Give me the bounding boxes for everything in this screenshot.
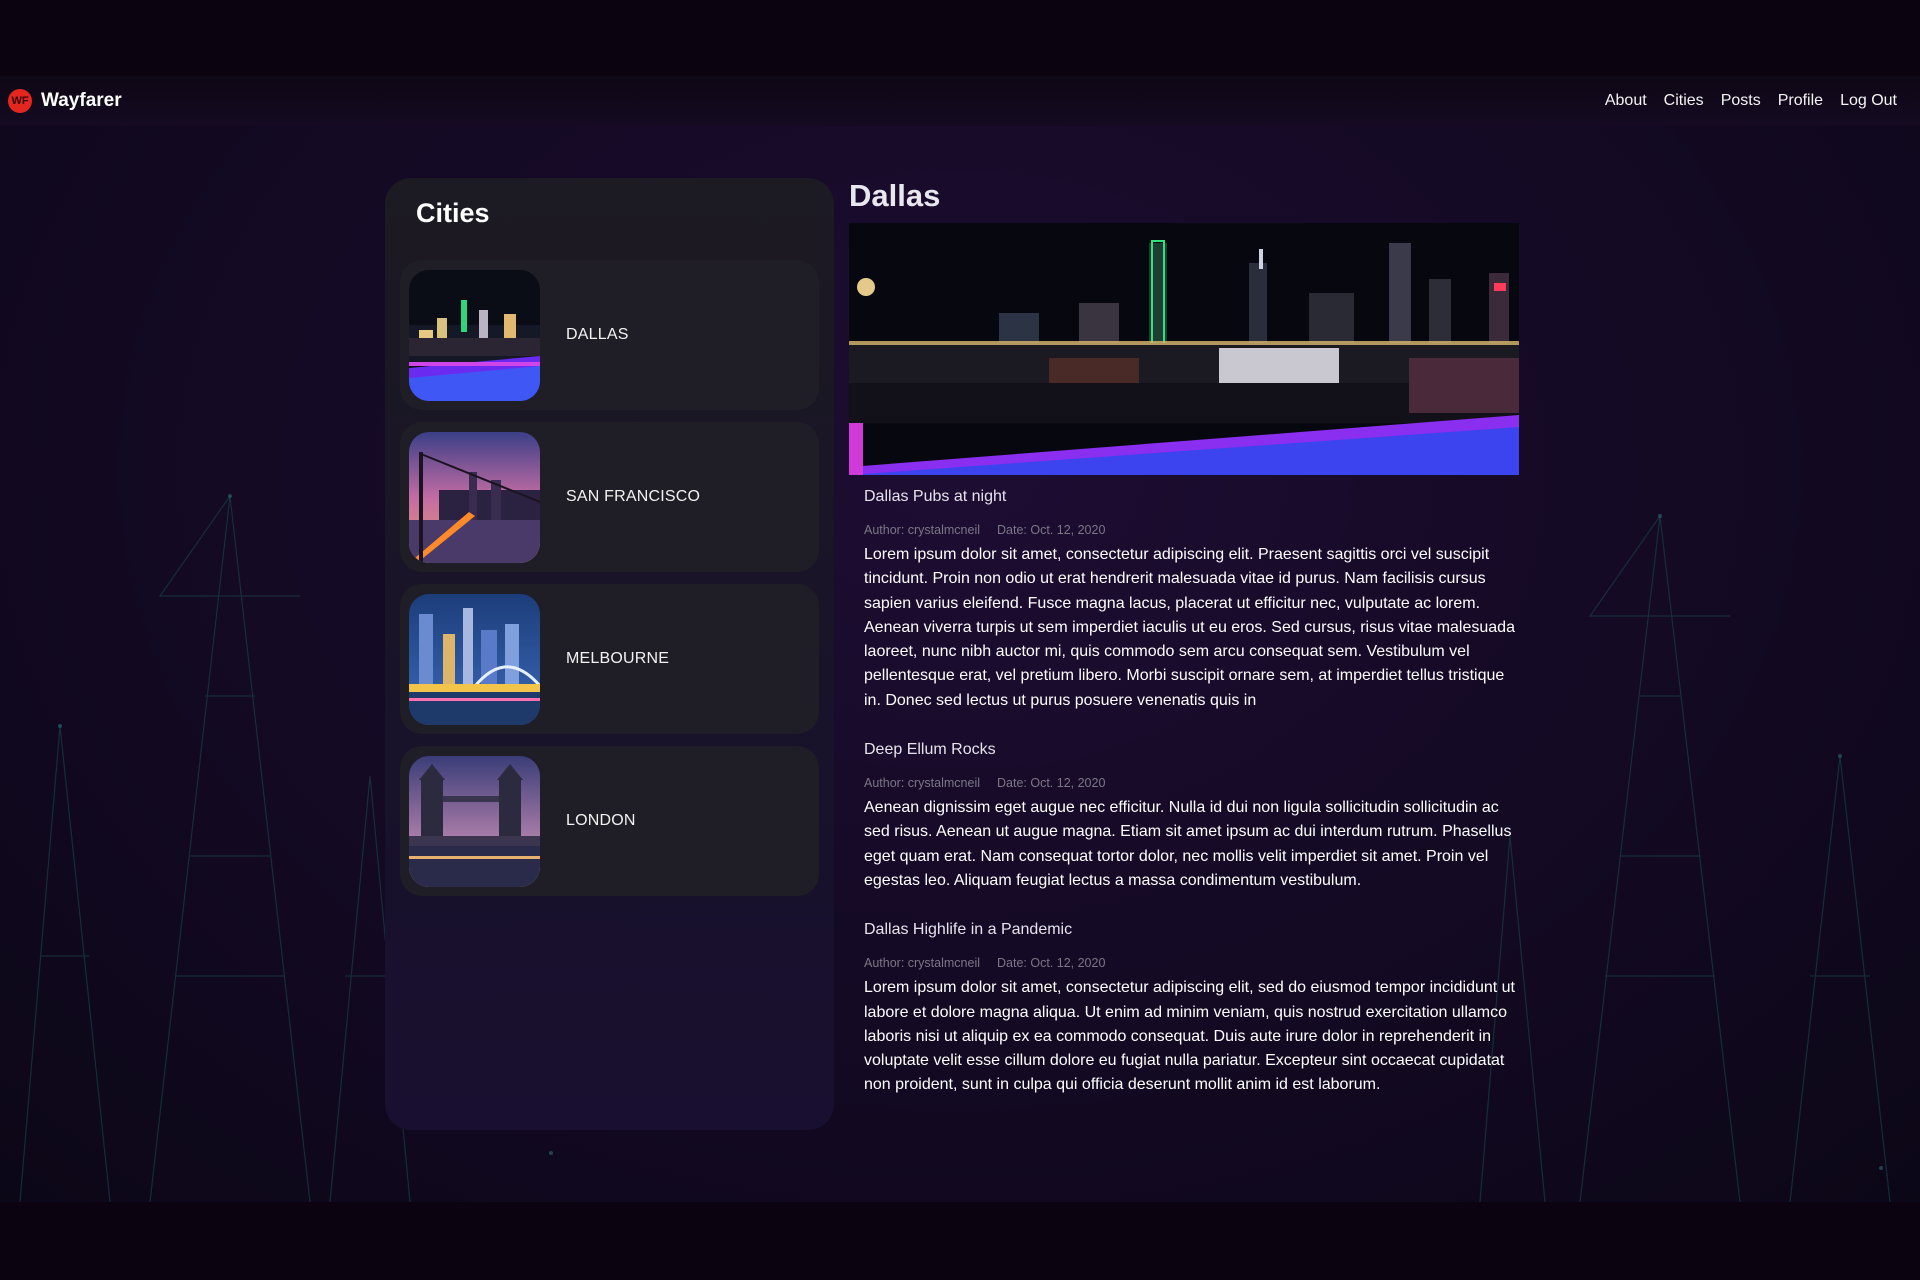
post-body: Aenean dignissim eget augue nec efficitu…	[864, 799, 1512, 889]
nav-cities-link[interactable]: Cities	[1664, 92, 1704, 110]
city-name: MELBOURNE	[566, 650, 670, 667]
nav-about-link[interactable]: About	[1605, 92, 1647, 110]
post-body: Lorem ipsum dolor sit amet, consectetur …	[864, 979, 1515, 1094]
san-francisco-thumbnail-image	[409, 431, 540, 563]
post-author: Author: crystalmcneil	[864, 776, 981, 791]
brand-name: Wayfarer	[41, 90, 122, 111]
nav-logout-link[interactable]: Log Out	[1840, 92, 1897, 110]
cities-panel-title: Cities	[416, 198, 490, 228]
melbourne-thumbnail-image	[409, 593, 540, 725]
post-title-link[interactable]: Deep Ellum Rocks	[864, 741, 1519, 759]
post-item: Deep Ellum Rocks Author: crystalmcneil Da…	[864, 741, 1519, 893]
post-item: Dallas Pubs at night Author: crystalmcne…	[864, 488, 1519, 713]
nav-links: About Cities Posts Profile Log Out	[1605, 92, 1897, 110]
navbar: WF Wayfarer About Cities Posts Profile L…	[0, 76, 1920, 126]
city-card-san-francisco[interactable]: SAN FRANCISCO	[400, 422, 819, 572]
city-title: Dallas	[849, 178, 941, 213]
post-date: Date: Oct. 12, 2020	[997, 956, 1106, 971]
dallas-banner-image	[849, 223, 1519, 475]
nav-posts-link[interactable]: Posts	[1721, 92, 1761, 110]
post-author: Author: crystalmcneil	[864, 523, 981, 537]
nav-profile-link[interactable]: Profile	[1778, 92, 1823, 110]
dallas-thumbnail-image	[409, 269, 540, 401]
london-thumbnail-image	[409, 755, 540, 887]
post-date: Date: Oct. 12, 2020	[997, 776, 1106, 791]
city-list: DALLAS SAN FRANCISCO MELBOURNE LONDON	[400, 260, 819, 908]
post-author: Author: crystalmcneil	[864, 956, 981, 971]
post-meta: Author: crystalmcneil Date: Oct. 12, 2020	[864, 776, 1519, 790]
city-card-london[interactable]: LONDON	[400, 746, 819, 896]
city-card-melbourne[interactable]: MELBOURNE	[400, 584, 819, 734]
city-name: LONDON	[566, 812, 636, 829]
cities-panel: Cities DALLAS SAN FRANCISCO MELBOURNE LO…	[385, 178, 834, 1130]
post-date: Date: Oct. 12, 2020	[997, 523, 1106, 537]
post-title-link[interactable]: Dallas Pubs at night	[864, 488, 1519, 506]
city-detail: Dallas Dallas Pubs at night Author: crys…	[849, 178, 1519, 1098]
city-name: DALLAS	[566, 326, 629, 343]
brand[interactable]: WF Wayfarer	[8, 89, 122, 113]
app-background: WF Wayfarer About Cities Posts Profile L…	[0, 76, 1920, 1202]
post-meta: Author: crystalmcneil Date: Oct. 12, 2020	[864, 523, 1519, 537]
city-card-dallas[interactable]: DALLAS	[400, 260, 819, 410]
post-list: Dallas Pubs at night Author: crystalmcne…	[864, 488, 1519, 1098]
post-meta: Author: crystalmcneil Date: Oct. 12, 2020	[864, 956, 1519, 970]
city-name: SAN FRANCISCO	[566, 488, 701, 505]
post-title-link[interactable]: Dallas Highlife in a Pandemic	[864, 921, 1519, 939]
wayfarer-logo-icon: WF	[8, 89, 32, 113]
post-body: Lorem ipsum dolor sit amet, consectetur …	[864, 546, 1515, 709]
post-item: Dallas Highlife in a Pandemic Author: cr…	[864, 921, 1519, 1097]
